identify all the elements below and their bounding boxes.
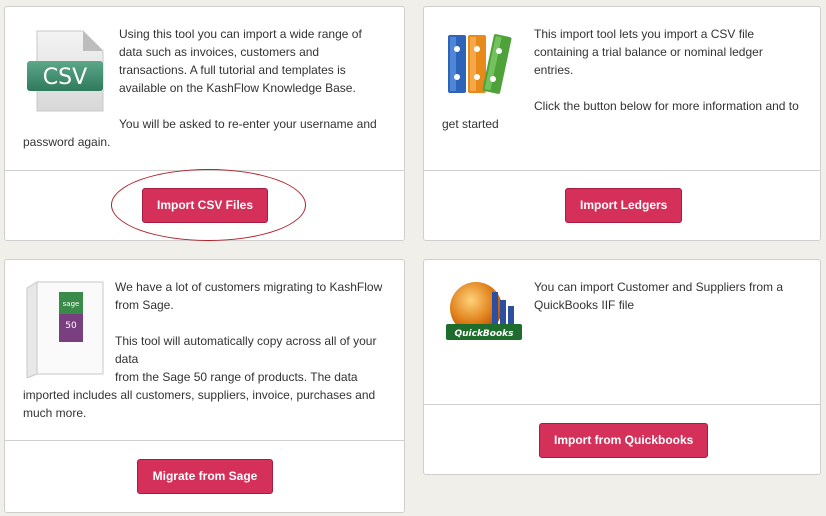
- highlight-circle: [111, 169, 306, 241]
- quickbooks-card-body: QuickBooks You can import Customer and S…: [424, 260, 820, 340]
- ledger-card-body: This import tool lets you import a CSV f…: [424, 7, 820, 133]
- quickbooks-logo-icon: QuickBooks: [442, 278, 528, 348]
- sage-50-box-icon: sage 50: [23, 278, 109, 379]
- sage-card-body: sage 50 We have a lot of customers migra…: [5, 260, 404, 422]
- csv-file-icon: CSV: [23, 27, 113, 117]
- ledger-card-text-2: Click the button below for more informat…: [442, 99, 799, 131]
- svg-text:sage: sage: [63, 300, 80, 308]
- sage-card-divider: [5, 440, 404, 441]
- csv-card-body: CSV Using this tool you can import a wid…: [5, 7, 404, 151]
- quickbooks-card-divider: [424, 404, 820, 405]
- ledger-card-divider: [424, 170, 820, 171]
- migrate-from-sage-button[interactable]: Migrate from Sage: [137, 459, 273, 494]
- svg-text:50: 50: [65, 321, 77, 331]
- ledger-import-card: This import tool lets you import a CSV f…: [423, 6, 821, 241]
- sage-migration-card: sage 50 We have a lot of customers migra…: [4, 259, 405, 513]
- csv-card-text-2: You will be asked to re-enter your usern…: [23, 117, 377, 149]
- import-ledgers-button[interactable]: Import Ledgers: [565, 188, 682, 223]
- svg-text:QuickBooks: QuickBooks: [454, 329, 514, 339]
- import-from-quickbooks-button[interactable]: Import from Quickbooks: [539, 423, 708, 458]
- binders-icon: [442, 29, 528, 99]
- quickbooks-import-card: QuickBooks You can import Customer and S…: [423, 259, 821, 475]
- svg-text:CSV: CSV: [43, 65, 87, 90]
